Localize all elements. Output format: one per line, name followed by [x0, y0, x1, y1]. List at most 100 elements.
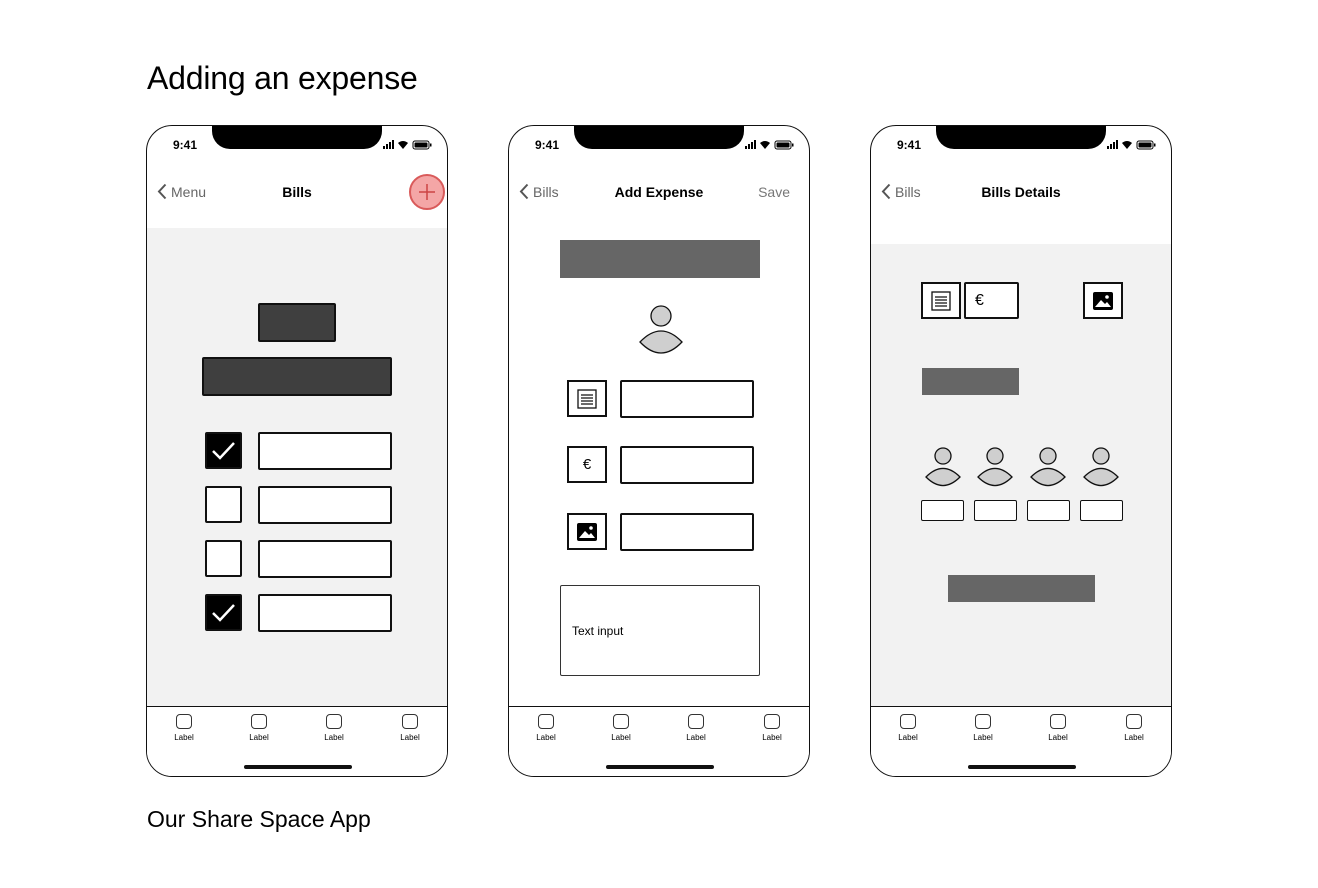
tab-2[interactable]: Label — [239, 714, 279, 742]
share-field-1[interactable] — [921, 500, 964, 521]
tab-label: Label — [324, 733, 344, 742]
image-icon — [1093, 291, 1113, 310]
tab-bar: Label Label Label Label — [871, 706, 1171, 776]
tab-icon — [1126, 714, 1142, 729]
notch — [212, 126, 382, 149]
check-icon — [212, 604, 235, 622]
person-icon — [925, 447, 961, 487]
nav-bar: Bills Add Expense Save — [509, 176, 809, 208]
tab-3[interactable]: Label — [1038, 714, 1078, 742]
tab-4[interactable]: Label — [390, 714, 430, 742]
phone-bills: 9:41 Menu Bills Label Label Label Label — [146, 125, 448, 777]
list-item-3[interactable] — [258, 540, 392, 578]
person-icon[interactable] — [638, 304, 684, 354]
nav-bar: Bills Bills Details — [871, 176, 1171, 208]
tab-icon — [402, 714, 418, 729]
tab-icon — [538, 714, 554, 729]
notes-icon-box — [921, 282, 961, 319]
image-field[interactable] — [620, 513, 754, 551]
share-field-2[interactable] — [974, 500, 1017, 521]
status-time: 9:41 — [897, 138, 922, 152]
nav-bar: Menu Bills — [147, 176, 447, 208]
amount-box: € — [964, 282, 1019, 319]
tab-1[interactable]: Label — [164, 714, 204, 742]
description-field[interactable] — [620, 380, 754, 418]
person-icon — [977, 447, 1013, 487]
checkbox-1[interactable] — [205, 432, 242, 469]
person-icon — [1030, 447, 1066, 487]
placeholder-block-wide — [202, 357, 392, 396]
checkbox-3[interactable] — [205, 540, 242, 577]
tab-3[interactable]: Label — [676, 714, 716, 742]
tab-icon — [1050, 714, 1066, 729]
checkbox-2[interactable] — [205, 486, 242, 523]
tab-label: Label — [973, 733, 993, 742]
nav-title: Bills Details — [981, 184, 1061, 200]
tab-1[interactable]: Label — [888, 714, 928, 742]
list-item-2[interactable] — [258, 486, 392, 524]
tab-label: Label — [898, 733, 918, 742]
add-bill-button[interactable] — [409, 174, 445, 210]
tab-2[interactable]: Label — [963, 714, 1003, 742]
tab-icon — [326, 714, 342, 729]
notes-icon-box — [567, 380, 607, 417]
euro-icon-box: € — [567, 446, 607, 483]
status-icons — [745, 140, 794, 150]
image-icon-box — [567, 513, 607, 550]
person-icon — [1083, 447, 1119, 487]
tab-icon — [613, 714, 629, 729]
tab-2[interactable]: Label — [601, 714, 641, 742]
home-indicator — [606, 765, 714, 769]
tab-icon — [900, 714, 916, 729]
tab-icon — [251, 714, 267, 729]
tab-label: Label — [400, 733, 420, 742]
tab-icon — [975, 714, 991, 729]
text-input[interactable]: Text input — [560, 585, 760, 676]
tab-icon — [688, 714, 704, 729]
share-field-3[interactable] — [1027, 500, 1070, 521]
tab-4[interactable]: Label — [1114, 714, 1154, 742]
content-area: € — [871, 244, 1171, 707]
save-button[interactable]: Save — [758, 184, 790, 200]
action-button-placeholder[interactable] — [948, 575, 1095, 602]
placeholder-bar — [560, 240, 760, 278]
tab-bar: Label Label Label Label — [509, 706, 809, 776]
home-indicator — [244, 765, 352, 769]
list-item-4[interactable] — [258, 594, 392, 632]
status-icons — [383, 140, 432, 150]
tab-1[interactable]: Label — [526, 714, 566, 742]
status-icons — [1107, 140, 1156, 150]
image-icon — [577, 522, 597, 541]
status-time: 9:41 — [535, 138, 560, 152]
nav-title: Bills — [282, 184, 312, 200]
tab-label: Label — [686, 733, 706, 742]
share-field-4[interactable] — [1080, 500, 1123, 521]
text-input-value: Text input — [572, 623, 624, 638]
checkbox-4[interactable] — [205, 594, 242, 631]
content-area — [147, 228, 447, 707]
phone-add-expense: 9:41 Bills Add Expense Save € Text input… — [508, 125, 810, 777]
plus-icon — [419, 184, 435, 200]
euro-icon: € — [975, 291, 984, 309]
tab-icon — [176, 714, 192, 729]
placeholder-block — [258, 303, 336, 342]
tab-icon — [764, 714, 780, 729]
tab-3[interactable]: Label — [314, 714, 354, 742]
amount-field[interactable] — [620, 446, 754, 484]
placeholder-bar — [922, 368, 1019, 395]
notes-icon — [931, 290, 951, 311]
tab-label: Label — [536, 733, 556, 742]
tab-label: Label — [611, 733, 631, 742]
tab-bar: Label Label Label Label — [147, 706, 447, 776]
tab-label: Label — [762, 733, 782, 742]
euro-icon: € — [582, 456, 592, 473]
tab-label: Label — [249, 733, 269, 742]
tab-label: Label — [1124, 733, 1144, 742]
tab-4[interactable]: Label — [752, 714, 792, 742]
list-item-1[interactable] — [258, 432, 392, 470]
notes-icon — [577, 388, 597, 409]
tab-label: Label — [1048, 733, 1068, 742]
image-icon-box[interactable] — [1083, 282, 1123, 319]
notch — [936, 126, 1106, 149]
tab-label: Label — [174, 733, 194, 742]
